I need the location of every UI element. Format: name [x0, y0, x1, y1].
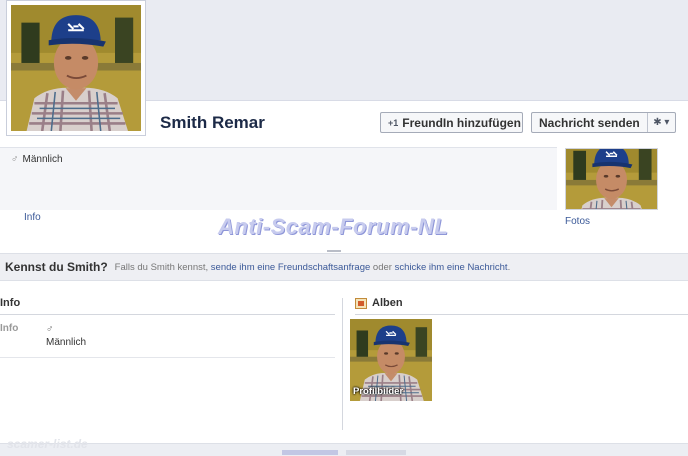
albums-section-heading: Alben: [355, 297, 688, 315]
collapse-handle[interactable]: [327, 250, 341, 252]
footer-strip: [0, 443, 688, 456]
male-symbol-icon: ♂: [46, 324, 54, 335]
profile-name: Smith Remar: [160, 113, 265, 132]
footer-tab-secondary[interactable]: [346, 450, 406, 455]
info-row-value: ♂ Männlich: [46, 323, 86, 349]
know-title: Kennst du Smith?: [5, 260, 108, 274]
fotos-tab-link[interactable]: Fotos: [565, 216, 590, 227]
add-friend-label: FreundIn hinzufügen: [402, 115, 521, 130]
info-section: Info Info ♂ Männlich: [0, 297, 335, 358]
albums-heading-label: Alben: [372, 297, 403, 309]
info-tab-link[interactable]: Info: [24, 212, 41, 223]
footer-watermark: scamer-list.de: [7, 437, 88, 451]
column-divider: [342, 298, 343, 430]
know-text-before: Falls du Smith kennst,: [114, 261, 209, 273]
info-row-gender: Info ♂ Männlich: [0, 315, 335, 358]
add-friend-icon: +1: [388, 117, 399, 128]
summary-strip: [0, 147, 557, 210]
friend-request-link[interactable]: sende ihm eine Freundschaftsanfrage: [211, 262, 371, 273]
know-text: Falls du Smith kennst, sende ihm eine Fr…: [115, 262, 511, 273]
message-button-group: Nachricht senden ✱ ▾: [531, 112, 676, 133]
male-symbol-icon: ♂: [11, 154, 19, 165]
album-caption[interactable]: Profilbilder: [353, 386, 403, 397]
add-friend-button[interactable]: +1 FreundIn hinzufügen: [380, 112, 523, 133]
fotos-thumbnail[interactable]: [565, 148, 658, 210]
send-message-button[interactable]: Nachricht senden: [532, 113, 648, 132]
info-section-heading: Info: [0, 297, 335, 315]
send-message-link[interactable]: schicke ihm eine Nachricht: [395, 262, 508, 273]
footer-tab[interactable]: [282, 450, 338, 455]
gear-dropdown-icon[interactable]: ✱ ▾: [648, 117, 675, 128]
watermark-text: Anti-Scam-Forum-NL: [218, 214, 449, 239]
summary-gender: ♂ Männlich: [11, 154, 63, 165]
albums-section: Alben: [355, 297, 688, 315]
know-person-bar: Kennst du Smith? Falls du Smith kennst, …: [0, 253, 688, 281]
info-row-label: Info: [0, 323, 19, 334]
know-text-middle: oder: [372, 261, 392, 273]
profile-picture[interactable]: [6, 0, 146, 136]
info-gender-value: Männlich: [46, 337, 87, 348]
profile-photo: [11, 5, 141, 131]
album-icon: [355, 297, 367, 309]
know-text-end: .: [507, 261, 511, 273]
summary-gender-value: Männlich: [22, 154, 63, 165]
